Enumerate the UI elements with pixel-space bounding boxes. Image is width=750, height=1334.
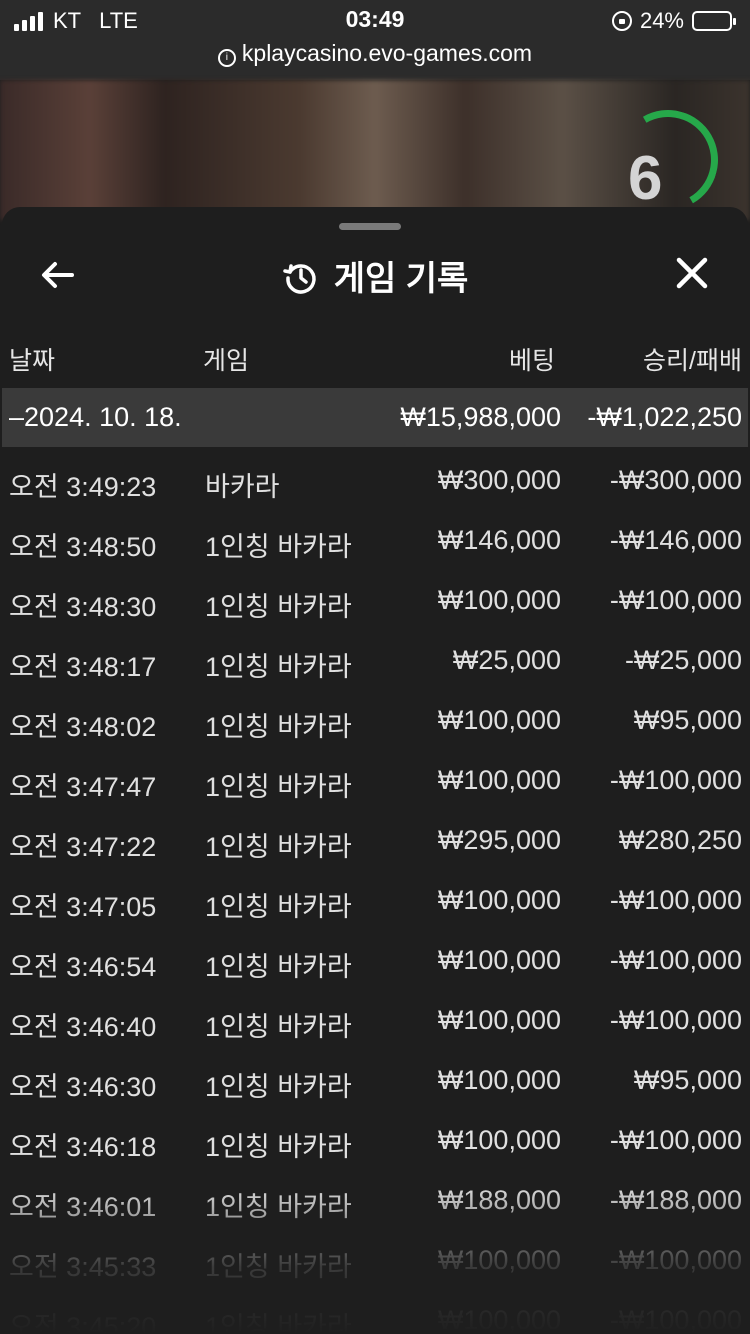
row-time: 오전 3:47:05 — [9, 892, 157, 922]
row-time: 오전 3:46:18 — [9, 1132, 157, 1162]
history-row[interactable]: 오전 3:45:33 1인칭 바카라 ₩100,000 -₩100,000 — [2, 1227, 748, 1287]
row-result: -₩100,000 — [609, 945, 742, 975]
date-group-row[interactable]: –2024. 10. 18. ₩15,988,000 -₩1,022,250 — [2, 388, 748, 447]
history-row[interactable]: 오전 3:46:01 1인칭 바카라 ₩188,000 -₩188,000 — [2, 1167, 748, 1227]
row-game: 1인칭 바카라 — [205, 532, 352, 562]
close-icon[interactable] — [672, 253, 712, 293]
history-row[interactable]: 오전 3:47:47 1인칭 바카라 ₩100,000 -₩100,000 — [2, 747, 748, 807]
row-bet: ₩100,000 — [437, 885, 561, 915]
row-time: 오전 3:47:22 — [9, 832, 157, 862]
row-result: -₩146,000 — [609, 525, 742, 555]
url-text: kplaycasino.evo-games.com — [241, 40, 533, 66]
row-bet: ₩300,000 — [437, 465, 561, 495]
row-result: -₩100,000 — [609, 885, 742, 915]
history-row[interactable]: 오전 3:48:50 1인칭 바카라 ₩146,000 -₩146,000 — [2, 507, 748, 567]
row-game: 1인칭 바카라 — [205, 592, 352, 622]
row-time: 오전 3:46:40 — [9, 1012, 157, 1042]
row-result: -₩25,000 — [624, 645, 742, 675]
row-bet: ₩100,000 — [437, 765, 561, 795]
info-icon: i — [217, 49, 236, 67]
history-row[interactable]: 오전 3:49:23 바카라 ₩300,000 -₩300,000 — [2, 447, 748, 507]
date-group-bet-total: ₩15,988,000 — [400, 402, 561, 432]
row-bet: ₩25,000 — [452, 645, 561, 675]
row-time: 오전 3:46:30 — [9, 1072, 157, 1102]
row-time: 오전 3:48:30 — [9, 592, 157, 622]
row-time: 오전 3:48:50 — [9, 532, 157, 562]
row-result: -₩100,000 — [609, 1005, 742, 1035]
row-result: ₩280,250 — [618, 825, 742, 855]
row-bet: ₩100,000 — [437, 1305, 561, 1334]
row-game: 1인칭 바카라 — [205, 1072, 352, 1102]
row-time: 오전 3:49:23 — [9, 472, 157, 502]
row-time: 오전 3:46:01 — [9, 1192, 157, 1222]
row-game: 1인칭 바카라 — [205, 832, 352, 862]
row-bet: ₩100,000 — [437, 1245, 561, 1275]
rotation-lock-icon — [611, 11, 632, 31]
row-bet: ₩188,000 — [437, 1185, 561, 1215]
row-time: 오전 3:48:02 — [9, 712, 157, 742]
row-game: 1인칭 바카라 — [205, 1312, 352, 1334]
row-game: 1인칭 바카라 — [205, 1192, 352, 1222]
row-result: -₩100,000 — [609, 1125, 742, 1155]
battery-percent: 24% — [639, 8, 684, 33]
status-right: 24% — [611, 8, 736, 34]
column-header-date: 날짜 — [9, 347, 56, 375]
history-row[interactable]: 오전 3:46:54 1인칭 바카라 ₩100,000 -₩100,000 — [2, 927, 748, 987]
battery-icon — [692, 11, 736, 31]
row-game: 1인칭 바카라 — [205, 1012, 352, 1042]
countdown-number: 6 — [628, 144, 663, 213]
row-result: ₩95,000 — [633, 1065, 742, 1095]
history-row[interactable]: 오전 3:47:05 1인칭 바카라 ₩100,000 -₩100,000 — [2, 867, 748, 927]
row-bet: ₩100,000 — [437, 945, 561, 975]
column-header-bet: 베팅 — [508, 347, 555, 375]
date-group-label: –2024. 10. 18. — [9, 402, 182, 432]
game-history-sheet: 게임 기록 날짜 게임 베팅 승리/패배 –2024. 10. 18. ₩15,… — [2, 207, 748, 1334]
row-bet: ₩100,000 — [437, 1005, 561, 1035]
row-bet: ₩100,000 — [437, 1125, 561, 1155]
row-time: 오전 3:48:17 — [9, 652, 157, 682]
row-game: 1인칭 바카라 — [205, 1252, 352, 1282]
row-bet: ₩100,000 — [437, 1065, 561, 1095]
date-group-result-total: -₩1,022,250 — [587, 402, 742, 432]
sheet-title-text: 게임 기록 — [333, 260, 469, 298]
url-bar[interactable]: i kplaycasino.evo-games.com — [0, 40, 750, 67]
row-bet: ₩295,000 — [437, 825, 561, 855]
row-time: 오전 3:45:20 — [9, 1312, 157, 1334]
history-row[interactable]: 오전 3:46:18 1인칭 바카라 ₩100,000 -₩100,000 — [2, 1107, 748, 1167]
column-header-result: 승리/패배 — [643, 347, 742, 375]
status-bar: KT LTE 03:49 24% i kplaycasino.evo-games.… — [0, 0, 750, 80]
row-bet: ₩146,000 — [437, 525, 561, 555]
column-header-game: 게임 — [203, 347, 250, 375]
history-row[interactable]: 오전 3:47:22 1인칭 바카라 ₩295,000 ₩280,250 — [2, 807, 748, 867]
row-result: -₩100,000 — [609, 1305, 742, 1334]
history-row[interactable]: 오전 3:48:17 1인칭 바카라 ₩25,000 -₩25,000 — [2, 627, 748, 687]
row-time: 오전 3:46:54 — [9, 952, 157, 982]
row-result: -₩188,000 — [609, 1185, 742, 1215]
sheet-grabber[interactable] — [339, 223, 401, 230]
row-time: 오전 3:45:33 — [9, 1252, 157, 1282]
history-row[interactable]: 오전 3:45:20 1인칭 바카라 ₩100,000 -₩100,000 — [2, 1287, 748, 1334]
row-game: 1인칭 바카라 — [205, 772, 352, 802]
row-bet: ₩100,000 — [437, 585, 561, 615]
history-row[interactable]: 오전 3:46:30 1인칭 바카라 ₩100,000 ₩95,000 — [2, 1047, 748, 1107]
row-game: 1인칭 바카라 — [205, 892, 352, 922]
row-time: 오전 3:47:47 — [9, 772, 157, 802]
row-result: -₩100,000 — [609, 585, 742, 615]
sheet-title: 게임 기록 — [2, 251, 748, 300]
history-row[interactable]: 오전 3:48:30 1인칭 바카라 ₩100,000 -₩100,000 — [2, 567, 748, 627]
history-list: 오전 3:49:23 바카라 ₩300,000 -₩300,000 오전 3:48:50… — [2, 447, 748, 1334]
row-game: 1인칭 바카라 — [205, 1132, 352, 1162]
row-result: -₩100,000 — [609, 1245, 742, 1275]
row-game: 1인칭 바카라 — [205, 952, 352, 982]
row-game: 1인칭 바카라 — [205, 652, 352, 682]
row-game: 바카라 — [205, 472, 280, 502]
row-result: ₩95,000 — [633, 705, 742, 735]
history-row[interactable]: 오전 3:46:40 1인칭 바카라 ₩100,000 -₩100,000 — [2, 987, 748, 1047]
row-bet: ₩100,000 — [437, 705, 561, 735]
row-game: 1인칭 바카라 — [205, 712, 352, 742]
history-row[interactable]: 오전 3:48:02 1인칭 바카라 ₩100,000 ₩95,000 — [2, 687, 748, 747]
row-result: -₩100,000 — [609, 765, 742, 795]
history-icon — [282, 264, 316, 294]
row-result: -₩300,000 — [609, 465, 742, 495]
